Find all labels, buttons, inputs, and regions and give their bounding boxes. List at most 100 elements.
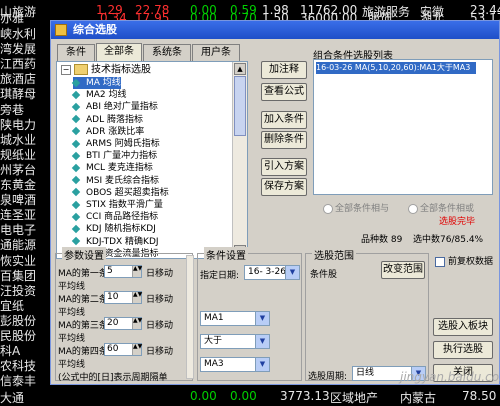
tree-item[interactable]: KDJ-TDX 精确KDJ [71,236,159,248]
condition-list-item[interactable]: 16-03-26 MA(5,10,20,60):MA1大于MA3 [316,62,476,74]
stock-list-item[interactable]: 泉啤酒 [0,192,50,208]
spinner-arrows-icon[interactable]: ▲▼ [132,318,142,329]
dialog-titlebar[interactable]: 综合选股 [51,21,499,39]
checkbox-icon[interactable] [435,256,445,267]
add-condition-button[interactable]: 加入条件 [261,111,307,129]
tree-scrollbar[interactable]: ▲ ▼ [232,62,247,258]
tree-item[interactable]: MSI 麦氏综合指标 [71,175,159,187]
tab-system-conditions[interactable]: 系统条件 [143,44,191,74]
stock-list-item[interactable]: 陕电力 [0,117,50,133]
condition-list[interactable]: 16-03-26 MA(5,10,20,60):MA1大于MA3 [313,59,493,195]
tree-item-label: ADR 涨跌比率 [86,126,145,137]
spinner-arrows-icon[interactable]: ▲▼ [132,344,142,355]
collapse-icon[interactable]: − [61,64,71,75]
change-range-button[interactable]: 改变范围 [381,261,425,279]
stock-list-item[interactable]: 州茅台 [0,162,50,178]
selected-count: 选中数76/85.4% [413,232,483,245]
stock-list-item[interactable]: 民股份 [0,328,50,344]
tree-item[interactable]: MA 均线 [71,77,121,89]
param-suffix: 日移动 [146,295,174,305]
stock-list-item[interactable]: 东黄金 [0,177,50,193]
pre-restore-checkbox[interactable]: 前复权数据 [435,254,493,267]
chevron-down-icon[interactable]: ▼ [255,335,269,348]
radio-or[interactable]: 全部条件相或 [408,201,474,214]
param-suffix: 日移动 [146,321,174,331]
tree-item[interactable]: MCL 麦克连指标 [71,162,153,174]
param-label: MA的第二条 [58,295,108,305]
stock-name: 泉啤酒 [0,193,37,208]
param-value: 20 [107,318,119,328]
stock-list-item[interactable]: 旅酒店 [0,71,50,87]
stock-list-item[interactable]: 电电子 [0,222,50,238]
tree-item[interactable]: BTI 广量冲力指标 [71,150,157,162]
stock-list-item[interactable]: 农科技 [0,358,50,374]
stock-list-item[interactable]: 信泰丰 [0,373,50,389]
indicator-tree[interactable]: − 技术指标选股 MA 均线 MA2 均线 ABI 绝对广量指标 ADL 腾落指标 ADR… [56,61,248,259]
param-scrollbar[interactable] [186,255,194,379]
avg-line-label: 平均线 [58,282,86,292]
stock-list-item[interactable]: 湾发展 [0,41,50,57]
chevron-down-icon[interactable]: ▼ [255,312,269,325]
scroll-thumb[interactable] [234,76,246,136]
tree-root-label: 技术指标选股 [91,64,151,76]
scroll-up-icon[interactable]: ▲ [234,63,246,75]
stock-list-item[interactable]: 连圣亚 [0,207,50,223]
delete-condition-button[interactable]: 删除条件 [261,131,307,149]
stock-list-item[interactable]: 恢实业 [0,253,50,269]
stock-list-item[interactable]: 琪酵母 [0,86,50,102]
radio-and[interactable]: 全部条件相与 [323,201,389,214]
tab-all-conditions[interactable]: 全部条件 [96,43,142,73]
stock-list-item[interactable]: 城水业 [0,132,50,148]
spinner-arrows-icon[interactable]: ▲▼ [132,266,142,277]
save-plan-button[interactable]: 保存方案 [261,178,307,196]
stock-list-item[interactable]: 宜纸 [0,298,50,314]
view-formula-button[interactable]: 查看公式 [261,83,307,101]
indicator-icon [71,78,81,87]
stock-name: 农科技 [0,359,37,374]
stock-list-item[interactable]: 汪投资 [0,283,50,299]
tree-item[interactable]: ADR 涨跌比率 [71,126,145,138]
operator-select[interactable]: 大于 ▼ [200,334,270,349]
stock-list-item[interactable]: 旁巷 [0,102,50,118]
stock-list-item[interactable]: 通能源 [0,237,50,253]
stock-list-item[interactable]: 百集团 [0,268,50,284]
tab-user-conditions[interactable]: 用户条件 [192,44,240,74]
select-to-board-button[interactable]: 选股入板块 [433,318,493,336]
stock-list-item[interactable]: 科A [0,343,50,359]
line1-select[interactable]: MA1 ▼ [200,311,270,326]
stock-list-item[interactable]: 江西药 [0,56,50,72]
stock-name: 江西药 [0,57,37,72]
tab-condition-group[interactable]: 条件组 [57,44,95,74]
tree-item[interactable]: STIX 指数平滑广量 [71,199,163,211]
indicator-icon [71,236,81,246]
chevron-down-icon[interactable]: ▼ [285,266,299,279]
stock-list-item[interactable]: 峡水利 [0,26,50,42]
import-plan-button[interactable]: 引入方案 [261,158,307,176]
tree-item[interactable]: ARMS 阿姆氏指标 [71,138,160,150]
param-spinner[interactable]: 10 ▲▼ [104,291,142,304]
spinner-arrows-icon[interactable]: ▲▼ [132,292,142,303]
tree-item[interactable]: ABI 绝对广量指标 [71,101,158,113]
param-spinner[interactable]: 5 ▲▼ [104,265,142,278]
radio-label: 全部条件相与 [335,204,390,214]
tree-item[interactable]: OBOS 超买超卖指标 [71,187,169,199]
quote-row-bottom[interactable]: 大通 0.00 0.00 3773.13 区域地产 内蒙古 78.50 [0,388,500,405]
stock-list-item[interactable]: 彭股份 [0,313,50,329]
stock-name: 琪酵母 [0,87,37,102]
app-icon [55,24,67,36]
status-text: 选股完毕 [439,217,476,227]
chevron-down-icon[interactable]: ▼ [255,358,269,371]
tree-item[interactable]: CCI 商品路径指标 [71,211,158,223]
tree-root[interactable]: − 技术指标选股 [61,64,151,77]
tree-item[interactable]: MA2 均线 [71,89,127,101]
param-spinner[interactable]: 60 ▲▼ [104,343,142,356]
execute-button[interactable]: 执行选股 [433,341,493,359]
date-picker[interactable]: 16- 3-26 ▼ [244,265,300,280]
add-note-button[interactable]: 加注释 [261,61,307,79]
line2-select[interactable]: MA3 ▼ [200,357,270,372]
param-spinner[interactable]: 20 ▲▼ [104,317,142,330]
tree-item[interactable]: KDJ 随机指标KDJ [71,223,156,235]
radio-circle-icon [323,203,333,214]
tree-item[interactable]: ADL 腾落指标 [71,114,143,126]
stock-list-item[interactable]: 规纸业 [0,147,50,163]
